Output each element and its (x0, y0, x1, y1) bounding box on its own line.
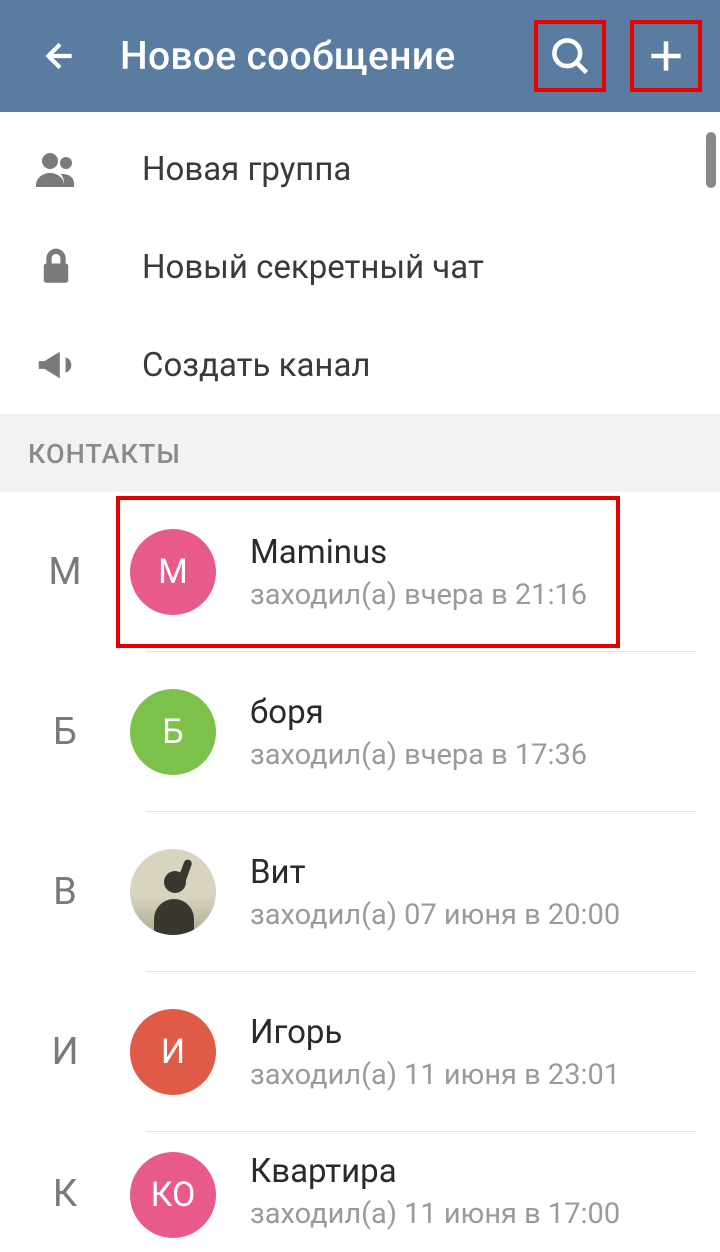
avatar: М (130, 529, 216, 615)
search-icon (548, 34, 592, 78)
avatar: КО (130, 1152, 216, 1238)
letter-index: В (0, 870, 130, 914)
contact-item[interactable]: Б Б боря заходил(а) вчера в 17:36 (0, 652, 720, 812)
contact-info: Maminus заходил(а) вчера в 21:16 (250, 533, 720, 612)
contact-info: Вит заходил(а) 07 июня в 20:00 (250, 853, 720, 932)
contact-name: Игорь (250, 1013, 720, 1052)
contact-status: заходил(а) 11 июня в 23:01 (250, 1058, 720, 1092)
contact-info: боря заходил(а) вчера в 17:36 (250, 693, 720, 772)
contact-status: заходил(а) 07 июня в 20:00 (250, 898, 720, 932)
avatar (130, 849, 216, 935)
group-icon (28, 141, 84, 197)
page-title: Новое сообщение (120, 33, 534, 79)
contacts-list: М М Maminus заходил(а) вчера в 21:16 Б Б… (0, 492, 720, 1252)
header-actions (534, 20, 702, 92)
search-button[interactable] (534, 20, 606, 92)
avatar: Б (130, 689, 216, 775)
contact-item[interactable]: К КО Квартира заходил(а) 11 июня в 17:00 (0, 1132, 720, 1252)
app-header: Новое сообщение (0, 0, 720, 112)
avatar: И (130, 1009, 216, 1095)
contact-item[interactable]: М М Maminus заходил(а) вчера в 21:16 (0, 492, 720, 652)
contact-status: заходил(а) вчера в 17:36 (250, 738, 720, 772)
scrollbar-thumb[interactable] (706, 132, 716, 188)
contact-status: заходил(а) 11 июня в 17:00 (250, 1197, 720, 1231)
option-label: Новая группа (142, 150, 351, 189)
plus-icon (644, 34, 688, 78)
contact-name: Вит (250, 853, 720, 892)
contact-name: Квартира (250, 1152, 720, 1191)
create-channel-option[interactable]: Создать канал (0, 316, 720, 414)
new-secret-chat-option[interactable]: Новый секретный чат (0, 218, 720, 316)
options-list: Новая группа Новый секретный чат Создать… (0, 112, 720, 414)
contact-item[interactable]: В Вит заходил(а) 07 июня в 20:00 (0, 812, 720, 972)
letter-index: Б (0, 710, 130, 754)
contacts-section-header: КОНТАКТЫ (0, 414, 720, 492)
contact-name: Maminus (250, 533, 720, 572)
letter-index: К (0, 1152, 130, 1216)
new-group-option[interactable]: Новая группа (0, 120, 720, 218)
megaphone-icon (28, 337, 84, 393)
option-label: Создать канал (142, 346, 371, 385)
letter-index: М (0, 550, 130, 594)
arrow-left-icon (40, 36, 80, 76)
back-button[interactable] (40, 36, 80, 76)
contact-info: Игорь заходил(а) 11 июня в 23:01 (250, 1013, 720, 1092)
contact-item[interactable]: И И Игорь заходил(а) 11 июня в 23:01 (0, 972, 720, 1132)
lock-icon (28, 239, 84, 295)
contact-status: заходил(а) вчера в 21:16 (250, 578, 720, 612)
contact-name: боря (250, 693, 720, 732)
letter-index: И (0, 1030, 130, 1074)
contact-info: Квартира заходил(а) 11 июня в 17:00 (250, 1152, 720, 1231)
add-button[interactable] (630, 20, 702, 92)
option-label: Новый секретный чат (142, 248, 484, 287)
